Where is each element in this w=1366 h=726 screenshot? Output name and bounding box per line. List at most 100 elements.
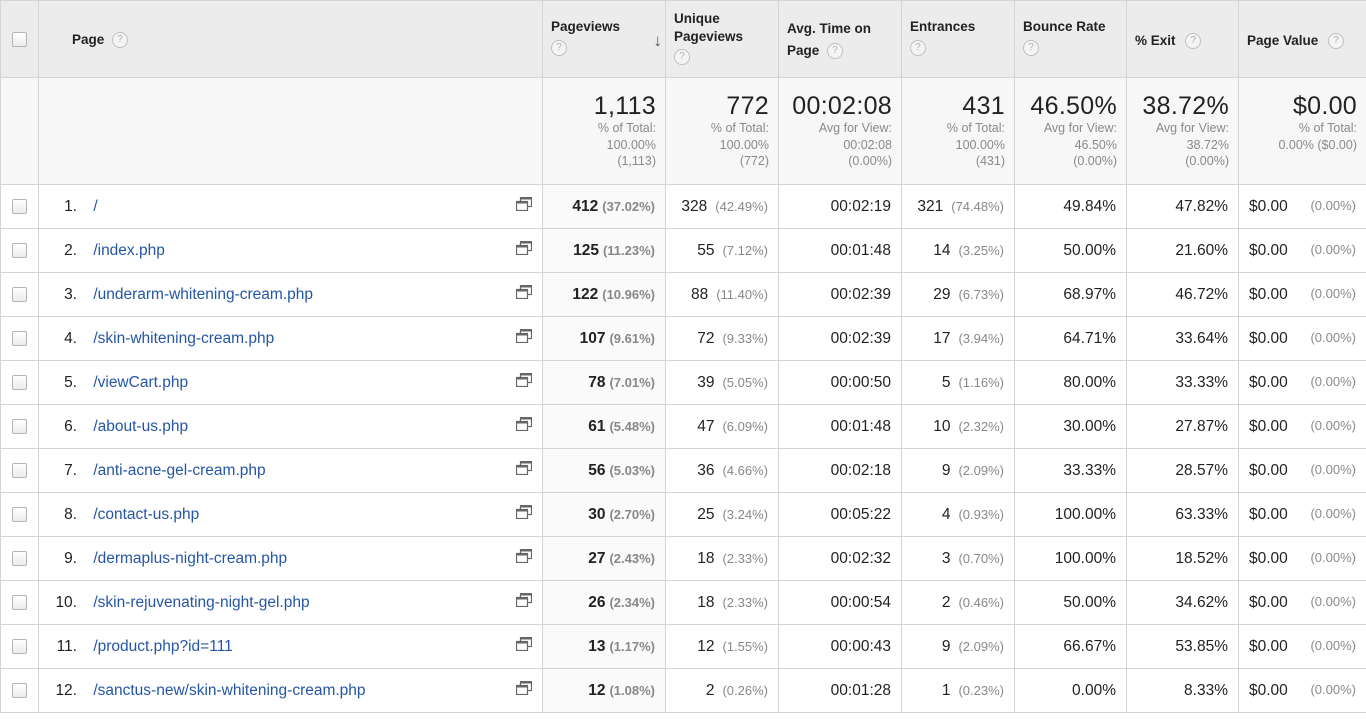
row-checkbox[interactable] [12, 286, 27, 302]
pageviews-value: 27 [588, 549, 606, 567]
open-in-new-window-icon[interactable] [515, 240, 533, 260]
help-icon[interactable]: ? [1023, 40, 1039, 56]
row-checkbox[interactable] [12, 506, 27, 522]
header-unique-label-2: Pageviews [674, 29, 744, 44]
exit-value: 33.64% [1175, 329, 1228, 347]
unique-pageviews-cell: 18 (2.33%) [665, 580, 779, 625]
bounce-rate-cell: 100.00% [1014, 536, 1127, 581]
row-checkbox[interactable] [12, 418, 27, 434]
exit-cell: 53.85% [1126, 624, 1239, 669]
total-value: 46.50% [1030, 92, 1117, 120]
open-in-new-window-icon[interactable] [515, 592, 533, 612]
row-checkbox[interactable] [12, 374, 27, 390]
row-checkbox[interactable] [12, 594, 27, 610]
header-page[interactable]: Page ? [38, 0, 543, 78]
header-exit[interactable]: % Exit ? [1126, 0, 1239, 78]
bounce-rate-value: 50.00% [1063, 593, 1116, 611]
header-page-value[interactable]: Page Value ? [1238, 0, 1366, 78]
unique-pageviews-cell: 88 (11.40%) [665, 272, 779, 317]
open-in-new-window-icon[interactable] [515, 504, 533, 524]
page-link[interactable]: /underarm-whitening-cream.php [93, 286, 313, 303]
page-value: $0.00 [1249, 329, 1288, 347]
pageviews-cell: 107 (9.61%) [542, 316, 666, 361]
page-link[interactable]: /anti-acne-gel-cream.php [93, 462, 265, 479]
total-percent: 100.00% [719, 137, 769, 152]
help-icon[interactable]: ? [827, 43, 844, 60]
row-checkbox[interactable] [12, 682, 27, 698]
open-in-new-window-icon[interactable] [515, 680, 533, 700]
unique-pageviews-value: 18 [697, 593, 715, 611]
row-checkbox[interactable] [12, 330, 27, 346]
open-in-new-window-icon[interactable] [515, 416, 533, 436]
open-in-new-window-icon[interactable] [515, 372, 533, 392]
unique-pageviews-cell: 36 (4.66%) [665, 448, 779, 493]
row-checkbox[interactable] [12, 198, 27, 214]
header-bounce-rate[interactable]: Bounce Rate ? [1014, 0, 1127, 78]
total-value: $0.00 [1292, 92, 1357, 120]
total-value: 431 [962, 92, 1005, 120]
row-index: 3. [64, 285, 77, 303]
exit-value: 34.62% [1175, 593, 1228, 611]
page-link[interactable]: /about-us.php [93, 418, 188, 435]
help-icon[interactable]: ? [1328, 33, 1345, 50]
page-link[interactable]: /dermaplus-night-cream.php [93, 550, 287, 567]
row-checkbox[interactable] [12, 550, 27, 566]
select-all-checkbox[interactable] [12, 31, 27, 47]
pageviews-percent: (2.70%) [609, 506, 655, 522]
help-icon[interactable]: ? [1185, 33, 1202, 50]
table-row: 10. /skin-rejuvenating-night-gel.php 26(… [0, 580, 1366, 625]
avg-time-cell: 00:02:39 [778, 316, 902, 361]
page-link[interactable]: /contact-us.php [93, 506, 199, 523]
analytics-table: Page ? Pageviews ? ↓ Unique Pageviews ? [0, 0, 1366, 713]
header-exit-label: % Exit [1135, 33, 1176, 48]
page-value-cell: $0.00 (0.00%) [1238, 360, 1366, 405]
header-row: Page ? Pageviews ? ↓ Unique Pageviews ? [0, 0, 1366, 78]
open-in-new-window-icon[interactable] [515, 636, 533, 656]
pageviews-value: 125 [573, 241, 599, 259]
row-checkbox[interactable] [12, 242, 27, 258]
page-value: $0.00 [1249, 549, 1288, 567]
totals-entrances: 431 % of Total: 100.00% (431) [901, 77, 1015, 185]
header-pageviews[interactable]: Pageviews ? ↓ [542, 0, 666, 78]
header-unique-pageviews[interactable]: Unique Pageviews ? [665, 0, 779, 78]
help-icon[interactable]: ? [674, 49, 690, 65]
open-in-new-window-icon[interactable] [515, 284, 533, 304]
header-entrances[interactable]: Entrances ? [901, 0, 1015, 78]
total-label: Avg for View: [1043, 121, 1117, 135]
avg-time-value: 00:01:28 [830, 681, 891, 699]
page-link[interactable]: /skin-whitening-cream.php [93, 330, 274, 347]
page-link[interactable]: /viewCart.php [93, 374, 188, 391]
header-avg-time[interactable]: Avg. Time on Page ? [778, 0, 902, 78]
open-in-new-window-icon[interactable] [515, 196, 533, 216]
help-icon[interactable]: ? [910, 40, 926, 56]
open-in-new-window-icon[interactable] [515, 460, 533, 480]
open-in-new-window-icon[interactable] [515, 328, 533, 348]
page-cell: 9. /dermaplus-night-cream.php [38, 536, 543, 581]
page-cell: 1. / [38, 184, 543, 229]
page-link[interactable]: / [93, 198, 97, 215]
sort-descending-icon[interactable]: ↓ [654, 31, 663, 51]
row-index: 2. [64, 241, 77, 259]
total-percent: 100.00% [955, 137, 1005, 152]
page-link[interactable]: /sanctus-new/skin-whitening-cream.php [93, 682, 365, 699]
page-value-percent: (0.00%) [1310, 417, 1356, 433]
help-icon[interactable]: ? [112, 32, 129, 49]
row-index: 9. [64, 549, 77, 567]
header-page-label: Page [72, 32, 105, 47]
entrances-cell: 2 (0.46%) [901, 580, 1015, 625]
entrances-cell: 29 (6.73%) [901, 272, 1015, 317]
page-link[interactable]: /index.php [93, 242, 165, 259]
open-in-new-window-icon[interactable] [515, 548, 533, 568]
page-link[interactable]: /skin-rejuvenating-night-gel.php [93, 594, 309, 611]
help-icon[interactable]: ? [551, 40, 567, 56]
exit-cell: 33.33% [1126, 360, 1239, 405]
bounce-rate-cell: 0.00% [1014, 668, 1127, 713]
entrances-percent: (1.16%) [958, 374, 1004, 390]
total-count: (772) [739, 154, 769, 168]
pageviews-cell: 61 (5.48%) [542, 404, 666, 449]
page-link[interactable]: /product.php?id=111 [93, 638, 232, 655]
entrances-value: 4 [941, 505, 951, 523]
row-checkbox[interactable] [12, 462, 27, 478]
row-checkbox[interactable] [12, 638, 27, 654]
unique-pageviews-percent: (2.33%) [722, 550, 768, 566]
